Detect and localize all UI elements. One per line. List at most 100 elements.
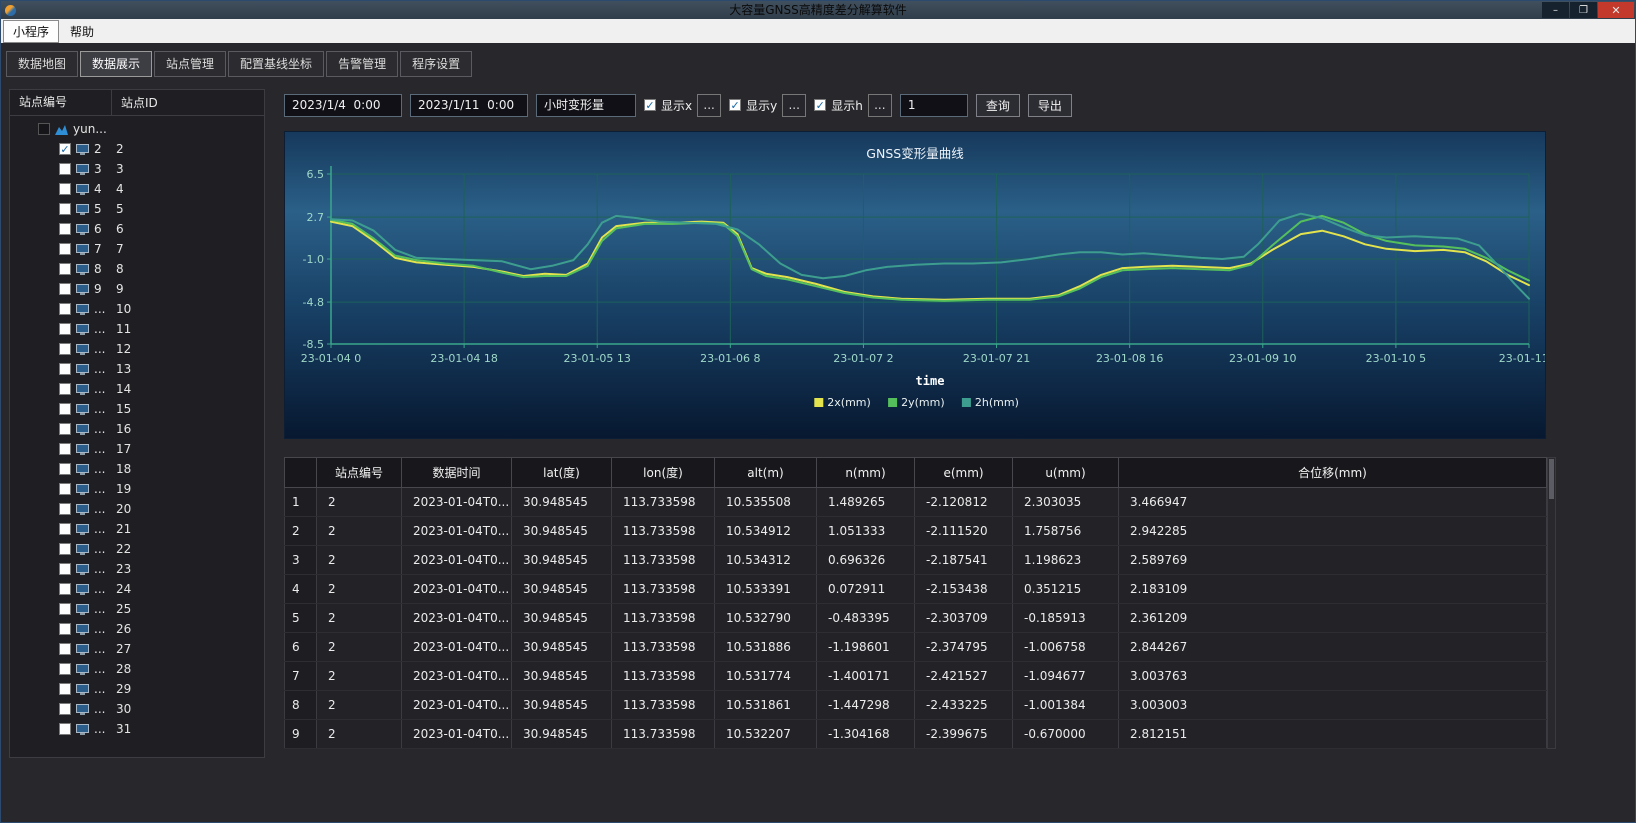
table-header-cell[interactable]: 站点编号 <box>317 458 402 488</box>
tab-data-map[interactable]: 数据地图 <box>6 51 78 77</box>
table-scrollbar-thumb[interactable] <box>1549 459 1554 499</box>
station-checkbox[interactable] <box>59 683 71 695</box>
tab-alarm-management[interactable]: 告警管理 <box>326 51 398 77</box>
station-checkbox[interactable] <box>59 663 71 675</box>
tree-item-station-27[interactable]: ...27 <box>10 639 264 659</box>
interval-select[interactable]: 小时变形量 <box>536 94 636 117</box>
tree-item-station-19[interactable]: ...19 <box>10 479 264 499</box>
tree-item-station-12[interactable]: ...12 <box>10 339 264 359</box>
start-time-input[interactable] <box>284 94 402 117</box>
menu-item-mini-program[interactable]: 小程序 <box>3 20 59 43</box>
tree-item-station-29[interactable]: ...29 <box>10 679 264 699</box>
table-row[interactable]: 622023-01-04T0...30.948545113.73359810.5… <box>285 633 1547 662</box>
station-checkbox[interactable] <box>59 563 71 575</box>
tree-item-station-6[interactable]: 66 <box>10 219 264 239</box>
station-checkbox[interactable] <box>59 343 71 355</box>
station-checkbox[interactable] <box>59 503 71 515</box>
table-row[interactable]: 422023-01-04T0...30.948545113.73359810.5… <box>285 575 1547 604</box>
table-row[interactable]: 122023-01-04T0...30.948545113.73359810.5… <box>285 488 1547 517</box>
station-checkbox[interactable] <box>59 243 71 255</box>
station-checkbox[interactable] <box>59 183 71 195</box>
station-checkbox[interactable] <box>59 363 71 375</box>
tree-item-station-25[interactable]: ...25 <box>10 599 264 619</box>
station-checkbox[interactable] <box>59 263 71 275</box>
station-checkbox[interactable] <box>59 623 71 635</box>
table-row[interactable]: 922023-01-04T0...30.948545113.73359810.5… <box>285 720 1547 749</box>
minimize-button[interactable]: – <box>1542 2 1569 18</box>
station-checkbox[interactable] <box>59 283 71 295</box>
tree-item-station-13[interactable]: ...13 <box>10 359 264 379</box>
station-checkbox[interactable] <box>59 323 71 335</box>
table-row[interactable]: 222023-01-04T0...30.948545113.73359810.5… <box>285 517 1547 546</box>
tree-item-station-28[interactable]: ...28 <box>10 659 264 679</box>
tree-item-station-17[interactable]: ...17 <box>10 439 264 459</box>
display-checkbox-x[interactable]: ✓ <box>644 99 656 111</box>
tree-item-station-3[interactable]: 33 <box>10 159 264 179</box>
display-checkbox-y[interactable]: ✓ <box>729 99 741 111</box>
end-time-input[interactable] <box>410 94 528 117</box>
station-checkbox[interactable] <box>59 603 71 615</box>
station-checkbox[interactable] <box>59 703 71 715</box>
station-checkbox[interactable] <box>59 483 71 495</box>
tree-root-item[interactable]: yun... <box>10 119 264 139</box>
table-header-cell[interactable] <box>285 458 317 488</box>
tree-item-station-26[interactable]: ...26 <box>10 619 264 639</box>
station-checkbox[interactable] <box>59 723 71 735</box>
station-checkbox[interactable] <box>59 443 71 455</box>
tree-item-station-7[interactable]: 77 <box>10 239 264 259</box>
tree-item-station-22[interactable]: ...22 <box>10 539 264 559</box>
tab-program-settings[interactable]: 程序设置 <box>400 51 472 77</box>
tree-item-station-15[interactable]: ...15 <box>10 399 264 419</box>
table-row[interactable]: 822023-01-04T0...30.948545113.73359810.5… <box>285 691 1547 720</box>
tab-baseline-config[interactable]: 配置基线坐标 <box>228 51 324 77</box>
tree-item-station-5[interactable]: 55 <box>10 199 264 219</box>
tree-item-station-20[interactable]: ...20 <box>10 499 264 519</box>
tree-item-station-2[interactable]: ✓22 <box>10 139 264 159</box>
table-row[interactable]: 322023-01-04T0...30.948545113.73359810.5… <box>285 546 1547 575</box>
tree-item-station-4[interactable]: 44 <box>10 179 264 199</box>
tree-item-station-21[interactable]: ...21 <box>10 519 264 539</box>
table-header-cell[interactable]: lon(度) <box>612 458 715 488</box>
table-header-cell[interactable]: lat(度) <box>512 458 612 488</box>
station-checkbox[interactable] <box>59 383 71 395</box>
table-header-cell[interactable]: alt(m) <box>715 458 817 488</box>
station-checkbox[interactable] <box>59 303 71 315</box>
root-checkbox[interactable] <box>38 123 50 135</box>
station-checkbox[interactable] <box>59 523 71 535</box>
station-checkbox[interactable]: ✓ <box>59 143 71 155</box>
station-checkbox[interactable] <box>59 463 71 475</box>
display-checkbox-h[interactable]: ✓ <box>814 99 826 111</box>
tree-item-station-24[interactable]: ...24 <box>10 579 264 599</box>
maximize-button[interactable]: ❐ <box>1570 2 1597 18</box>
tab-station-management[interactable]: 站点管理 <box>154 51 226 77</box>
query-button[interactable]: 查询 <box>976 94 1020 117</box>
station-checkbox[interactable] <box>59 163 71 175</box>
menu-item-help[interactable]: 帮助 <box>61 21 103 42</box>
station-checkbox[interactable] <box>59 423 71 435</box>
station-checkbox[interactable] <box>59 543 71 555</box>
station-count-input[interactable] <box>900 94 968 117</box>
station-checkbox[interactable] <box>59 643 71 655</box>
table-scrollbar[interactable] <box>1547 457 1556 749</box>
table-row[interactable]: 522023-01-04T0...30.948545113.73359810.5… <box>285 604 1547 633</box>
station-checkbox[interactable] <box>59 203 71 215</box>
table-header-cell[interactable]: 数据时间 <box>402 458 512 488</box>
station-checkbox[interactable] <box>59 223 71 235</box>
tab-data-display[interactable]: 数据展示 <box>80 51 152 77</box>
color-picker-button-x[interactable]: ... <box>697 94 721 117</box>
tree-item-station-16[interactable]: ...16 <box>10 419 264 439</box>
color-picker-button-h[interactable]: ... <box>868 94 892 117</box>
color-picker-button-y[interactable]: ... <box>782 94 806 117</box>
export-button[interactable]: 导出 <box>1028 94 1072 117</box>
table-header-cell[interactable]: 合位移(mm) <box>1119 458 1547 488</box>
tree-item-station-23[interactable]: ...23 <box>10 559 264 579</box>
tree-item-station-14[interactable]: ...14 <box>10 379 264 399</box>
station-checkbox[interactable] <box>59 403 71 415</box>
tree-item-station-11[interactable]: ...11 <box>10 319 264 339</box>
table-header-cell[interactable]: e(mm) <box>915 458 1013 488</box>
tree-item-station-30[interactable]: ...30 <box>10 699 264 719</box>
table-row[interactable]: 722023-01-04T0...30.948545113.73359810.5… <box>285 662 1547 691</box>
station-checkbox[interactable] <box>59 583 71 595</box>
close-button[interactable]: ✕ <box>1598 2 1634 18</box>
table-header-cell[interactable]: n(mm) <box>817 458 915 488</box>
